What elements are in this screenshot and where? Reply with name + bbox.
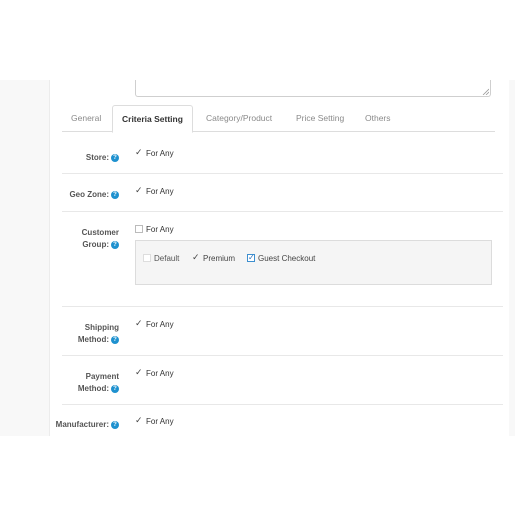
resize-grip-icon[interactable]	[482, 88, 489, 95]
help-icon[interactable]: ?	[111, 420, 119, 429]
help-icon[interactable]: ?	[111, 384, 119, 393]
group-premium-checkbox[interactable]: ✓ Premium	[192, 252, 235, 265]
shipping-method-row: Shipping Method:? ✓ For Any	[62, 307, 503, 356]
geo-zone-for-any-checkbox[interactable]: ✓ For Any	[135, 185, 174, 198]
tab-criteria-setting[interactable]: Criteria Setting	[112, 105, 193, 133]
payment-method-for-any-checkbox[interactable]: ✓ For Any	[135, 367, 174, 380]
checkmark-icon: ✓	[135, 147, 143, 157]
form-viewport: General Criteria Setting Category/Produc…	[0, 80, 515, 436]
tab-category-product[interactable]: Category/Product	[197, 105, 281, 132]
store-label: Store:?	[86, 152, 119, 164]
group-guest-checkout-checkbox[interactable]: Guest Checkout	[247, 252, 315, 265]
tab-others[interactable]: Others	[356, 105, 400, 132]
description-textarea[interactable]	[135, 80, 491, 97]
manufacturer-label: Manufacturer:?	[56, 419, 119, 431]
help-icon[interactable]: ?	[111, 240, 119, 249]
checkmark-icon: ✓	[135, 185, 143, 195]
store-row: Store:? ✓ For Any	[62, 133, 503, 174]
help-icon[interactable]: ?	[111, 190, 119, 199]
tab-bar: General Criteria Setting Category/Produc…	[62, 105, 495, 133]
checkbox-unchecked-icon	[135, 224, 143, 233]
customer-group-for-any-checkbox[interactable]: For Any	[135, 224, 174, 236]
tab-general[interactable]: General	[62, 105, 110, 132]
checkmark-icon: ✓	[135, 318, 143, 328]
store-for-any-checkbox[interactable]: ✓ For Any	[135, 147, 174, 160]
manufacturer-for-any-checkbox[interactable]: ✓ For Any	[135, 415, 174, 428]
tab-price-setting[interactable]: Price Setting	[287, 105, 353, 132]
checkmark-icon: ✓	[192, 252, 200, 262]
checkbox-checked-icon	[247, 252, 255, 264]
manufacturer-row: Manufacturer:? ✓ For Any	[56, 405, 503, 436]
customer-group-row: Customer Group:? For Any Default ✓ Premiu…	[62, 212, 503, 307]
checkbox-unchecked-icon	[143, 253, 151, 262]
shipping-method-label: Shipping Method:?	[77, 323, 119, 344]
help-icon[interactable]: ?	[111, 335, 119, 344]
customer-group-label: Customer Group:?	[81, 228, 119, 249]
payment-method-label: Payment Method:?	[77, 372, 119, 393]
payment-method-row: Payment Method:? ✓ For Any	[62, 356, 503, 405]
checkmark-icon: ✓	[135, 367, 143, 377]
geo-zone-label: Geo Zone:?	[69, 189, 119, 201]
customer-group-options-panel: Default ✓Premium Guest Checkout	[135, 240, 492, 285]
shipping-method-for-any-checkbox[interactable]: ✓ For Any	[135, 318, 174, 331]
group-default-checkbox[interactable]: Default	[143, 253, 179, 265]
checkmark-icon: ✓	[135, 415, 143, 425]
geo-zone-row: Geo Zone:? ✓ For Any	[62, 174, 503, 212]
help-icon[interactable]: ?	[111, 153, 119, 162]
settings-panel: General Criteria Setting Category/Produc…	[49, 80, 509, 436]
